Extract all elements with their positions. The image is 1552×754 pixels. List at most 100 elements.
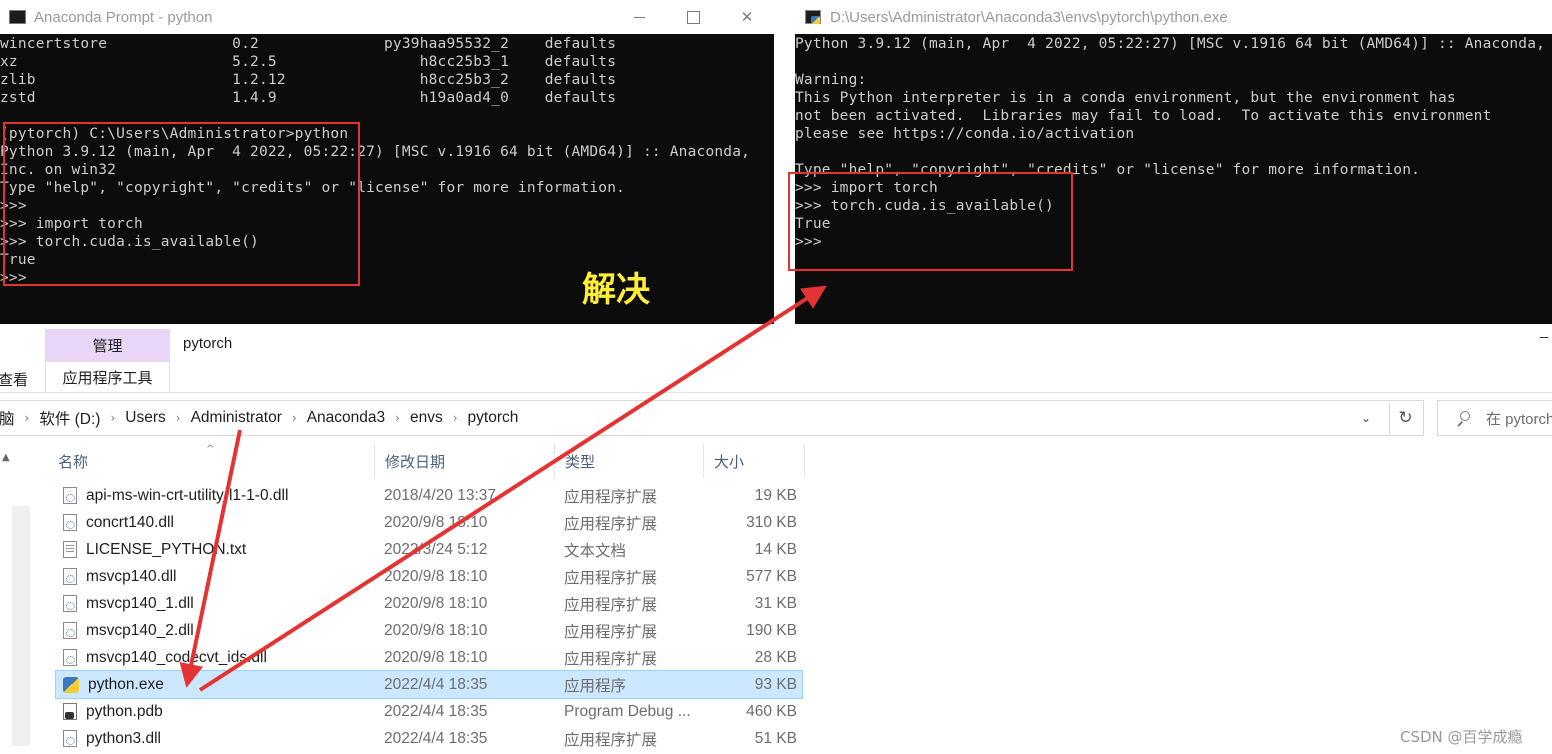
- file-date: 2020/9/8 18:10: [384, 621, 488, 639]
- tab-view[interactable]: 查看: [0, 369, 28, 390]
- annotation-text: 解决: [582, 270, 650, 310]
- file-date: 2022/3/24 5:12: [384, 540, 488, 558]
- chevron-right-icon[interactable]: ›: [390, 411, 405, 425]
- console-icon: [9, 10, 26, 24]
- file-date: 2018/4/20 13:37: [384, 486, 497, 504]
- file-row[interactable]: msvcp140_codecvt_ids.dll 2020/9/8 18:10 应用…: [56, 644, 802, 671]
- ribbon-collapse-icon[interactable]: [1540, 337, 1548, 338]
- file-type: 应用程序扩展: [564, 488, 658, 506]
- file-row[interactable]: api-ms-win-crt-utility-l1-1-0.dll 2018/4/…: [56, 482, 802, 509]
- console-line: Warning:: [795, 72, 867, 88]
- column-headers: 名称 ^ 修改日期 类型 大小: [48, 444, 805, 478]
- dll-file-icon: [63, 487, 77, 504]
- chevron-right-icon[interactable]: ›: [448, 411, 463, 425]
- console-line: This Python interpreter is in a conda en…: [795, 90, 1456, 106]
- title-bar[interactable]: Anaconda Prompt - python ✕: [0, 0, 774, 34]
- file-date: 2022/4/4 18:35: [384, 675, 488, 693]
- chevron-right-icon[interactable]: ›: [287, 411, 302, 425]
- file-row[interactable]: python3.dll 2022/4/4 18:35 应用程序扩展 51 KB: [56, 725, 802, 752]
- refresh-icon[interactable]: ↻: [1389, 402, 1421, 434]
- tab-manage[interactable]: 管理: [45, 329, 170, 362]
- file-date: 2020/9/8 18:10: [384, 513, 488, 531]
- breadcrumb-item[interactable]: Users: [120, 409, 170, 427]
- file-name: msvcp140_2.dll: [86, 621, 194, 639]
- console-line: zlib 1.2.12 h8cc25b3_2 defaults: [0, 72, 617, 88]
- file-row[interactable]: concrt140.dll 2020/9/8 18:10 应用程序扩展 310 KB: [56, 509, 802, 536]
- file-size: 190 KB: [746, 621, 797, 639]
- dll-file-icon: [63, 568, 77, 585]
- chevron-right-icon[interactable]: ›: [171, 411, 186, 425]
- file-name: msvcp140_codecvt_ids.dll: [86, 648, 267, 666]
- tab-application-tools[interactable]: 应用程序工具: [45, 362, 170, 392]
- file-size: 31 KB: [754, 594, 797, 612]
- scroll-up-icon[interactable]: ▲: [2, 452, 10, 463]
- file-size: 14 KB: [754, 540, 797, 558]
- column-size[interactable]: 大小: [704, 444, 805, 478]
- file-row[interactable]: python.exe 2022/4/4 18:35 应用程序 93 KB: [55, 670, 803, 699]
- console-line: zstd 1.4.9 h19a0ad4_0 defaults: [0, 90, 617, 106]
- file-size: 310 KB: [746, 513, 797, 531]
- console-line: wincertstore 0.2 py39haa95532_2 defaults: [0, 36, 617, 52]
- chevron-right-icon[interactable]: ›: [20, 411, 35, 425]
- file-size: 19 KB: [754, 486, 797, 504]
- close-button[interactable]: ✕: [720, 0, 774, 34]
- column-date[interactable]: 修改日期: [375, 444, 555, 478]
- folder-title: pytorch: [183, 335, 233, 352]
- breadcrumb-item[interactable]: Administrator: [186, 409, 287, 427]
- scrollbar-track[interactable]: [12, 506, 30, 746]
- file-name: python.pdb: [86, 702, 163, 720]
- python-exe-window[interactable]: D:\Users\Administrator\Anaconda3\envs\py…: [795, 0, 1552, 324]
- chevron-right-icon[interactable]: ›: [105, 411, 120, 425]
- title-bar[interactable]: D:\Users\Administrator\Anaconda3\envs\py…: [795, 0, 1552, 34]
- file-date: 2020/9/8 18:10: [384, 648, 488, 666]
- file-list: api-ms-win-crt-utility-l1-1-0.dll 2018/4/…: [55, 482, 803, 752]
- file-type: 应用程序扩展: [564, 515, 658, 533]
- column-name[interactable]: 名称 ^: [48, 444, 375, 478]
- highlight-box-right: [788, 172, 1073, 271]
- maximize-button[interactable]: [666, 0, 720, 34]
- ribbon-divider: [0, 392, 1552, 393]
- chevron-down-icon[interactable]: ⌄: [1356, 410, 1376, 426]
- file-row[interactable]: python.pdb 2022/4/4 18:35 Program Debug ..…: [56, 698, 802, 725]
- file-type: 应用程序: [564, 677, 627, 695]
- breadcrumb[interactable]: 脑 › 软件 (D:) › Users › Administrator › Anaconda3 ›…: [0, 402, 1421, 434]
- file-name: concrt140.dll: [86, 513, 174, 531]
- file-type: 应用程序扩展: [564, 731, 658, 749]
- breadcrumb-item[interactable]: 脑: [0, 407, 20, 429]
- file-type: 应用程序扩展: [564, 623, 658, 641]
- file-row[interactable]: msvcp140_1.dll 2020/9/8 18:10 应用程序扩展 31 KB: [56, 590, 802, 617]
- minimize-button[interactable]: [612, 0, 666, 34]
- file-row[interactable]: msvcp140_2.dll 2020/9/8 18:10 应用程序扩展 190 KB: [56, 617, 802, 644]
- file-type: 应用程序扩展: [564, 650, 658, 668]
- column-type[interactable]: 类型: [555, 444, 704, 478]
- dll-file-icon: [63, 595, 77, 612]
- search-input[interactable]: 在 pytorch: [1437, 400, 1552, 436]
- breadcrumb-item[interactable]: pytorch: [463, 409, 524, 427]
- nav-pane-scrollbar[interactable]: ▲: [0, 446, 32, 754]
- python-exe-icon: [63, 676, 79, 693]
- file-size: 51 KB: [754, 729, 797, 747]
- dll-file-icon: [63, 730, 77, 747]
- breadcrumb-item[interactable]: envs: [405, 409, 448, 427]
- dll-file-icon: [63, 514, 77, 531]
- file-date: 2020/9/8 18:10: [384, 567, 488, 585]
- highlight-box-left: [3, 122, 360, 286]
- file-date: 2022/4/4 18:35: [384, 729, 488, 747]
- console-line: Python 3.9.12 (main, Apr 4 2022, 05:22:2…: [795, 36, 1546, 52]
- file-explorer[interactable]: 管理 应用程序工具 pytorch 查看 脑 › 软件 (D:) › Users › Adm…: [0, 324, 1552, 754]
- console-line: not been activated. Libraries may fail t…: [795, 108, 1492, 124]
- text-file-icon: [63, 541, 77, 558]
- file-name: api-ms-win-crt-utility-l1-1-0.dll: [86, 486, 289, 504]
- sort-ascending-icon: ^: [206, 444, 215, 455]
- file-type: 文本文档: [564, 542, 627, 560]
- dll-file-icon: [63, 649, 77, 666]
- file-date: 2022/4/4 18:35: [384, 702, 488, 720]
- file-row[interactable]: msvcp140.dll 2020/9/8 18:10 应用程序扩展 577 KB: [56, 563, 802, 590]
- breadcrumb-item[interactable]: 软件 (D:): [34, 407, 105, 429]
- breadcrumb-item[interactable]: Anaconda3: [302, 409, 390, 427]
- search-icon: [1456, 411, 1470, 425]
- window-title: Anaconda Prompt - python: [34, 8, 213, 26]
- file-row[interactable]: LICENSE_PYTHON.txt 2022/3/24 5:12 文本文档 14 K…: [56, 536, 802, 563]
- file-size: 28 KB: [754, 648, 797, 666]
